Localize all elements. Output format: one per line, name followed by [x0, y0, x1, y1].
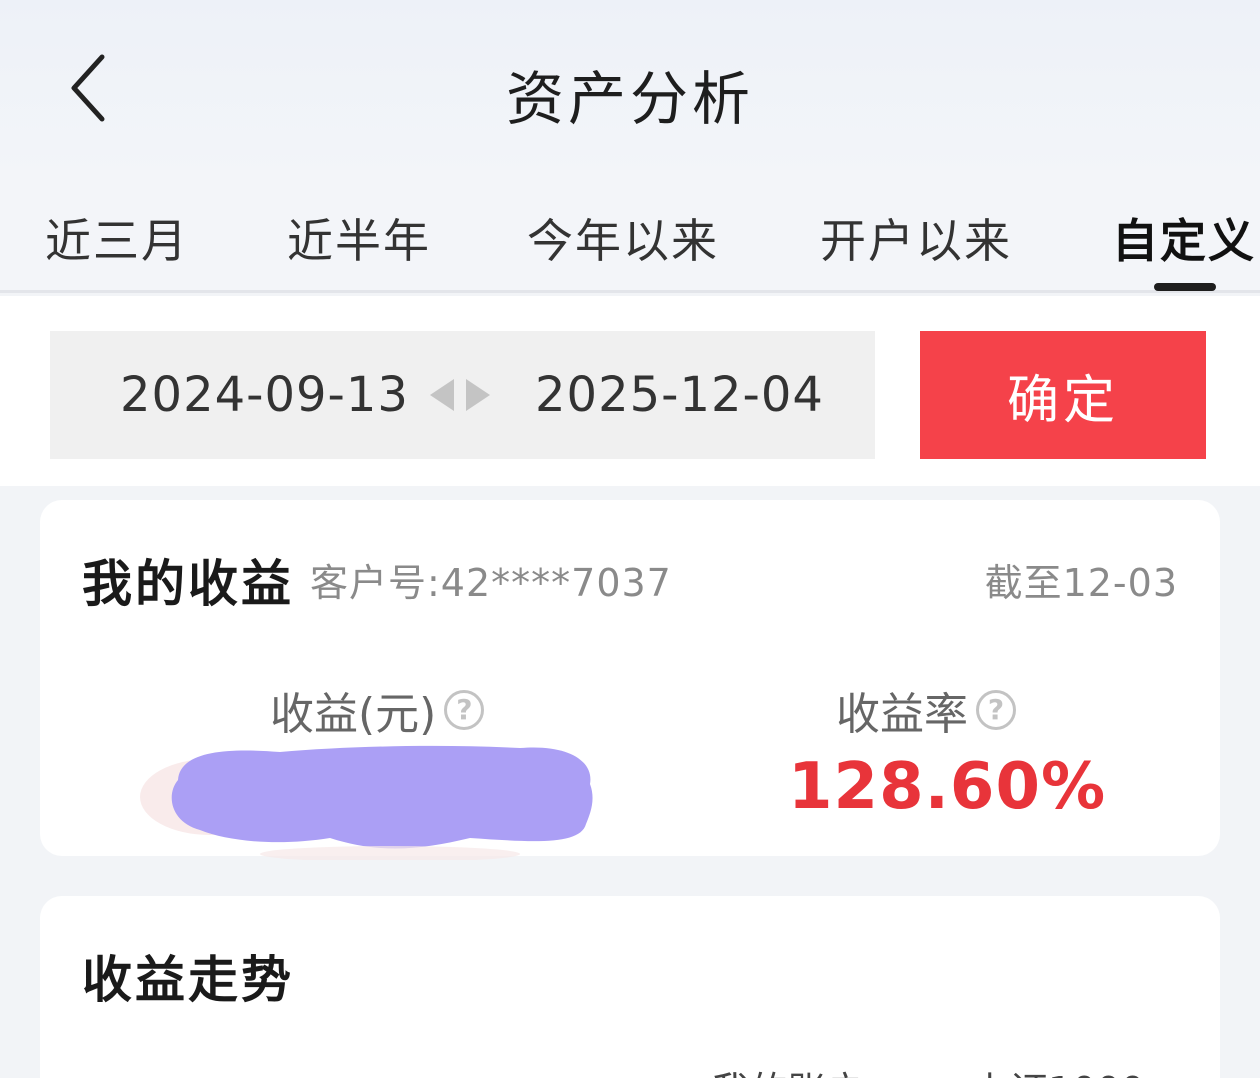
date-range-picker[interactable]: 2024-09-13 2025-12-04	[50, 331, 875, 459]
header: 资产分析	[0, 0, 1260, 175]
return-rate-value: 128.60%	[788, 750, 1107, 824]
confirm-button[interactable]: 确定	[920, 331, 1206, 459]
start-date[interactable]: 2024-09-13	[120, 367, 409, 423]
tab-last-three-months[interactable]: 近三月	[45, 205, 189, 271]
earnings-trend-card: 收益走势 我的账户 上证1000	[40, 896, 1220, 1078]
trend-title: 收益走势	[82, 951, 294, 1009]
tab-year-to-date[interactable]: 今年以来	[527, 205, 719, 271]
page-title: 资产分析	[505, 65, 754, 133]
earnings-title: 我的收益	[82, 555, 294, 613]
legend-index-1000[interactable]: 上证1000	[972, 1060, 1145, 1078]
as-of-date: 截至12-03	[984, 561, 1178, 605]
tab-since-account-opening[interactable]: 开户以来	[820, 205, 1012, 271]
profit-label-text: 收益(元)	[270, 689, 437, 740]
question-circle-icon[interactable]: ?	[444, 690, 485, 730]
left-right-arrows-icon	[430, 379, 490, 411]
date-range-section: 2024-09-13 2025-12-04 确定	[0, 296, 1260, 486]
legend-my-account[interactable]: 我的账户	[712, 1060, 864, 1078]
end-date[interactable]: 2025-12-04	[535, 367, 824, 423]
redacted-profit-value	[140, 745, 593, 860]
earnings-card: 我的收益 客户号:42****7037 截至12-03 收益(元) ? 收益率 …	[40, 500, 1220, 860]
profit-label: 收益(元) ?	[270, 678, 485, 742]
asset-analysis-page: 资产分析 近三月 近半年 今年以来 开户以来 自定义 2024-09-13 20…	[0, 0, 1260, 1078]
question-circle-icon[interactable]: ?	[976, 690, 1016, 730]
customer-number: 客户号:42****7037	[310, 561, 672, 605]
period-tabs: 近三月 近半年 今年以来 开户以来 自定义	[0, 175, 1260, 293]
rate-label: 收益率 ?	[836, 678, 1016, 742]
rate-label-text: 收益率	[836, 689, 968, 740]
tab-last-half-year[interactable]: 近半年	[287, 205, 431, 271]
tab-custom[interactable]: 自定义	[1112, 205, 1256, 271]
active-tab-indicator	[1154, 283, 1216, 291]
